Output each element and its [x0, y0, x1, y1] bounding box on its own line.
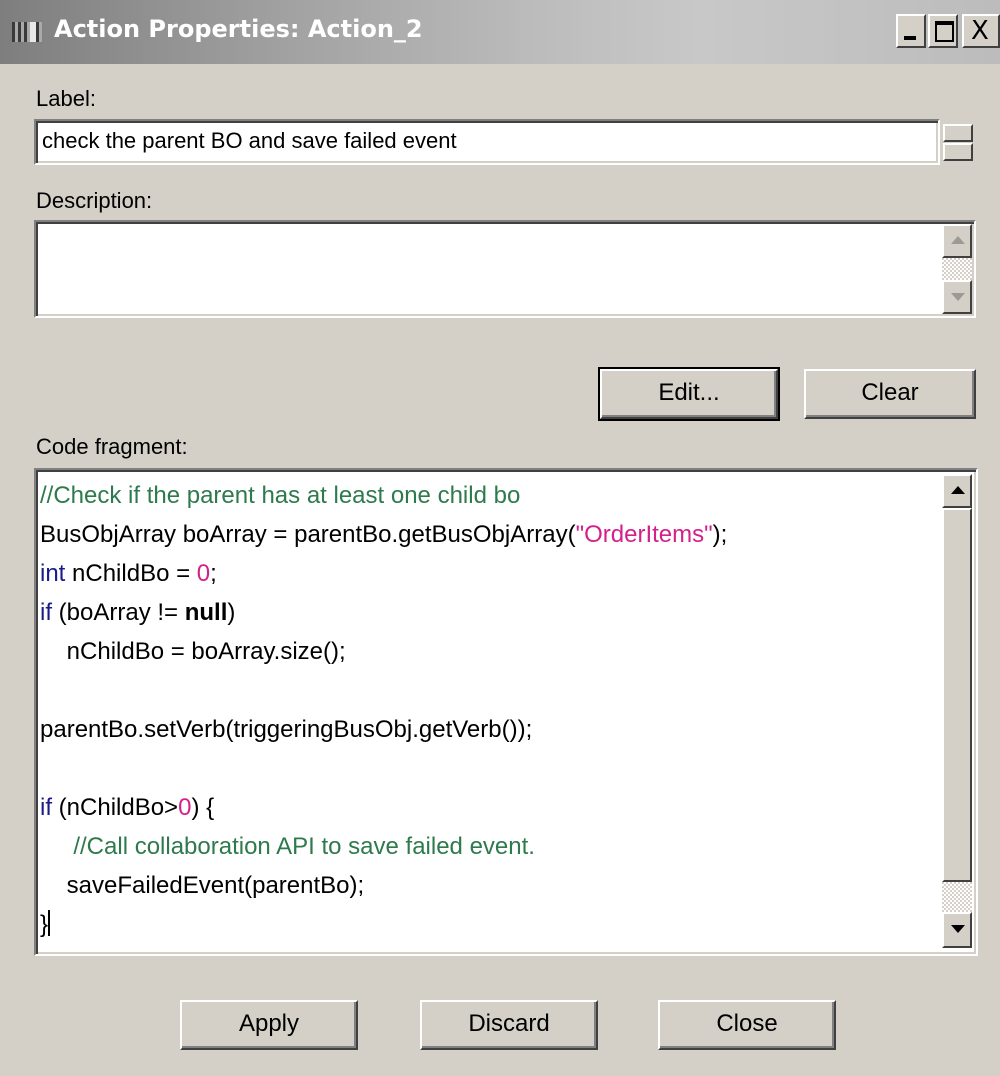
label-spin-down-button[interactable]	[943, 143, 973, 161]
code-token: }	[40, 911, 49, 938]
code-token: nChildBo = boArray.size();	[66, 638, 346, 665]
window-title: Action Properties: Action_2	[54, 15, 423, 43]
description-textarea[interactable]	[34, 220, 976, 318]
code-line: int nChildBo = 0;	[40, 554, 940, 593]
label-input-value: check the parent BO and save failed even…	[42, 128, 457, 153]
description-scroll-down-button[interactable]	[942, 280, 972, 314]
description-field-label: Description:	[36, 188, 153, 213]
code-scrollbar-track[interactable]	[942, 882, 972, 912]
code-token: (nChildBo>	[52, 794, 179, 821]
code-token: (boArray !=	[52, 599, 185, 626]
code-line: }	[40, 905, 940, 944]
code-scroll-down-button[interactable]	[942, 912, 972, 948]
action-properties-dialog: Action Properties: Action_2 X Label: che…	[0, 0, 1000, 1076]
code-text[interactable]: //Check if the parent has at least one c…	[40, 476, 940, 952]
description-scroll-up-button[interactable]	[942, 224, 972, 258]
code-token: if	[40, 794, 52, 821]
label-spin-up-button[interactable]	[943, 124, 973, 142]
scroll-up-icon	[951, 486, 965, 494]
code-token: saveFailedEvent(parentBo);	[66, 872, 365, 899]
code-token: //Call collaboration API to save failed …	[73, 833, 535, 860]
label-field-label: Label:	[36, 86, 96, 111]
code-scroll-up-button[interactable]	[942, 474, 972, 508]
code-line: //Check if the parent has at least one c…	[40, 476, 940, 515]
discard-button[interactable]: Discard	[420, 1000, 598, 1050]
code-token: int	[40, 560, 66, 587]
code-token: BusObjArray boArray = parentBo.getBusObj…	[40, 521, 576, 548]
code-token: )	[227, 599, 236, 626]
scroll-down-icon	[951, 925, 965, 933]
close-button[interactable]: Close	[658, 1000, 836, 1050]
code-line: saveFailedEvent(parentBo);	[40, 866, 940, 905]
code-token: 0	[196, 560, 211, 587]
apply-button[interactable]: Apply	[180, 1000, 358, 1050]
code-token: null	[184, 599, 228, 626]
code-token: 0	[178, 794, 192, 821]
app-icon	[12, 22, 42, 42]
code-line: BusObjArray boArray = parentBo.getBusObj…	[40, 515, 940, 554]
edit-button[interactable]: Edit...	[598, 367, 780, 421]
code-line: if (boArray != null)	[40, 593, 940, 632]
code-token: );	[712, 521, 728, 548]
code-token: "OrderItems"	[575, 521, 713, 548]
code-token: nChildBo =	[65, 560, 197, 587]
scroll-down-icon	[951, 293, 965, 301]
maximize-button[interactable]	[928, 14, 958, 48]
scroll-up-icon	[951, 236, 965, 244]
code-fragment-label: Code fragment:	[36, 434, 188, 459]
close-icon: X	[971, 16, 989, 46]
code-scrollbar-thumb[interactable]	[942, 508, 972, 882]
code-token: parentBo.setVerb(triggeringBusObj.getVer…	[40, 716, 533, 743]
description-scrollbar-track[interactable]	[942, 258, 972, 280]
clear-button[interactable]: Clear	[804, 369, 976, 419]
label-input[interactable]: check the parent BO and save failed even…	[34, 119, 940, 165]
code-line: parentBo.setVerb(triggeringBusObj.getVer…	[40, 710, 940, 749]
text-caret	[48, 910, 51, 936]
code-token: ) {	[191, 794, 215, 821]
code-line: //Call collaboration API to save failed …	[40, 827, 940, 866]
code-token: if	[40, 599, 52, 626]
code-token: ;	[210, 560, 217, 587]
code-line: if (nChildBo>0) {	[40, 788, 940, 827]
minimize-button[interactable]	[896, 14, 926, 48]
close-window-button[interactable]: X	[962, 14, 1000, 48]
title-bar[interactable]: Action Properties: Action_2 X	[0, 0, 1000, 64]
code-line: nChildBo = boArray.size();	[40, 632, 940, 671]
code-token: //Check if the parent has at least one c…	[40, 482, 521, 509]
